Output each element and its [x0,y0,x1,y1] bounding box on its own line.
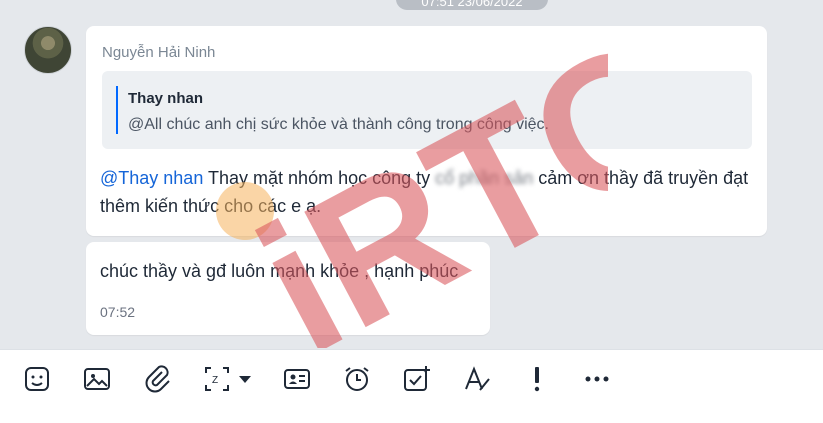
message-bubble[interactable]: Nguyễn Hải Ninh Thay nhan @All chúc anh … [86,26,767,236]
quote-bar [116,86,118,134]
sender-name[interactable]: Nguyễn Hải Ninh [102,44,215,61]
blurred-company-name: cổ phần sản [435,168,534,188]
text-format-icon[interactable] [462,364,492,394]
mention-link[interactable]: @Thay nhan [100,168,203,188]
svg-text:Z: Z [212,375,218,386]
contact-card-icon[interactable] [282,364,312,394]
message-input[interactable] [0,408,823,423]
cursor-highlight [216,182,274,240]
avatar[interactable] [24,26,72,74]
quote-text: @All chúc anh chị sức khỏe và thành công… [128,116,549,133]
quote-author: Thay nhan [128,90,204,107]
image-icon[interactable] [82,364,112,394]
message-time: 07:52 [100,304,136,320]
quoted-message[interactable]: Thay nhan @All chúc anh chị sức khỏe và … [102,71,752,149]
message-bubble[interactable]: chúc thầy và gđ luôn mạnh khỏe , hạnh ph… [86,242,490,335]
chat-area: 07:51 23/06/2022 Nguyễn Hải Ninh Thay nh… [0,0,823,348]
priority-icon[interactable] [522,364,552,394]
task-checkbox-icon[interactable] [402,364,432,394]
alarm-clock-icon[interactable] [342,364,372,394]
more-icon[interactable] [582,364,612,394]
chevron-down-icon[interactable] [236,364,254,394]
screenshot-icon[interactable]: Z [202,364,232,394]
sticker-icon[interactable] [22,364,52,394]
date-separator: 07:51 23/06/2022 [396,0,548,10]
message-text: chúc thầy và gđ luôn mạnh khỏe , hạnh ph… [100,261,459,281]
attachment-icon[interactable] [142,364,172,394]
composer-toolbar: Z [0,349,823,409]
message-text: @Thay nhan Thay mặt nhóm học công ty cổ … [100,164,750,220]
